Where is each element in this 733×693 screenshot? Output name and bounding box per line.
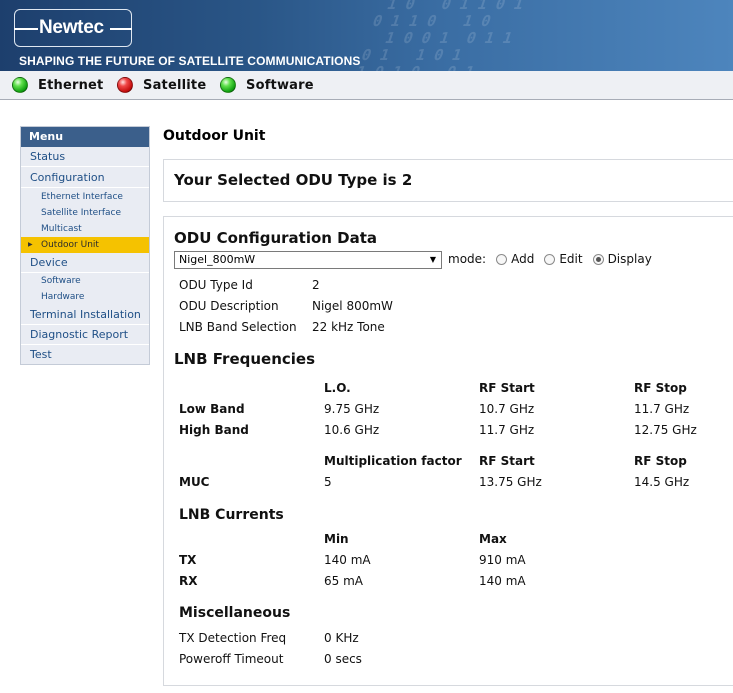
field-label-lnb-band-selection: LNB Band Selection: [179, 320, 297, 334]
muc-rf-stop: 14.5 GHz: [634, 475, 690, 489]
selected-type-text: Your Selected ODU Type is 2: [174, 171, 413, 189]
newtec-logo[interactable]: Newtec: [14, 9, 132, 47]
menu-item-multicast[interactable]: Multicast: [21, 221, 149, 237]
menu-item-software[interactable]: Software: [21, 273, 149, 289]
currents-row-label-tx: TX: [179, 553, 197, 567]
miscellaneous-title: Miscellaneous: [179, 605, 291, 621]
dropdown-arrow-icon: ▼: [429, 255, 436, 264]
logo-line-left: [14, 28, 38, 30]
page-title: Outdoor Unit: [163, 128, 266, 144]
banner-background-pattern: 1 0 0 1 1 0 1 0 1 1 0 1 0 1 0 0 1 0 1 1 …: [354, 0, 527, 71]
muc-row-label: MUC: [179, 475, 210, 489]
selected-type-panel: Your Selected ODU Type is 2: [163, 159, 733, 202]
sidebar-menu: Menu Status Configuration Ethernet Inter…: [20, 126, 150, 365]
status-label-ethernet: Ethernet: [38, 77, 104, 93]
red-led-icon: [117, 77, 133, 93]
menu-item-outdoor-unit-label: Outdoor Unit: [41, 240, 99, 250]
menu-item-ethernet-interface[interactable]: Ethernet Interface: [21, 189, 149, 205]
currents-row-label-rx: RX: [179, 574, 198, 588]
status-bar: Ethernet Satellite Software: [0, 71, 733, 100]
menu-item-status[interactable]: Status: [21, 147, 149, 167]
lnb-frequencies-title: LNB Frequencies: [174, 350, 316, 368]
menu-title: Menu: [21, 127, 149, 147]
currents-header-max: Max: [479, 532, 507, 546]
freq-high-lo: 10.6 GHz: [324, 423, 380, 437]
misc-value-poweroff-timeout: 0 secs: [324, 652, 362, 666]
field-value-odu-description: Nigel 800mW: [312, 299, 393, 313]
field-value-lnb-band-selection: 22 kHz Tone: [312, 320, 385, 334]
lnb-currents-title: LNB Currents: [179, 507, 284, 523]
menu-item-device[interactable]: Device: [21, 253, 149, 273]
freq-header-lo: L.O.: [324, 381, 351, 395]
mode-label: mode:: [448, 252, 487, 266]
mode-radio-edit[interactable]: [544, 253, 556, 265]
freq-low-rf-start: 10.7 GHz: [479, 402, 535, 416]
status-software[interactable]: Software: [220, 76, 314, 94]
status-label-software: Software: [246, 77, 314, 93]
odu-type-select[interactable]: Nigel_800mW ▼: [174, 251, 442, 269]
muc-header-rf-start: RF Start: [479, 454, 535, 468]
currents-header-min: Min: [324, 532, 349, 546]
menu-item-test[interactable]: Test: [21, 345, 149, 365]
status-satellite[interactable]: Satellite: [117, 76, 206, 94]
status-label-satellite: Satellite: [143, 77, 207, 93]
misc-value-tx-detection-freq: 0 KHz: [324, 631, 359, 645]
menu-item-configuration[interactable]: Configuration: [21, 168, 149, 188]
freq-low-rf-stop: 11.7 GHz: [634, 402, 690, 416]
freq-row-label-low-band: Low Band: [179, 402, 245, 416]
currents-rx-max: 140 mA: [479, 574, 526, 588]
menu-item-terminal-installation[interactable]: Terminal Installation: [21, 305, 149, 325]
green-led-icon: [12, 77, 28, 93]
tagline: SHAPING THE FUTURE OF SATELLITE COMMUNIC…: [19, 54, 361, 68]
status-ethernet[interactable]: Ethernet: [12, 76, 103, 94]
mode-label-display: Display: [607, 252, 652, 266]
odu-config-title: ODU Configuration Data: [174, 229, 378, 247]
menu-item-satellite-interface[interactable]: Satellite Interface: [21, 205, 149, 221]
mode-label-add: Add: [511, 252, 535, 266]
arrow-right-icon: ▶: [28, 241, 33, 248]
freq-row-label-high-band: High Band: [179, 423, 249, 437]
mode-selector: mode: Add Edit Display: [448, 252, 652, 266]
freq-high-rf-stop: 12.75 GHz: [634, 423, 697, 437]
menu-item-hardware[interactable]: Hardware: [21, 289, 149, 305]
muc-header-rf-stop: RF Stop: [634, 454, 687, 468]
field-value-odu-type-id: 2: [312, 278, 320, 292]
field-label-odu-description: ODU Description: [179, 299, 279, 313]
currents-tx-max: 910 mA: [479, 553, 526, 567]
menu-item-outdoor-unit[interactable]: ▶ Outdoor Unit: [21, 237, 149, 253]
mode-label-edit: Edit: [559, 252, 583, 266]
freq-low-lo: 9.75 GHz: [324, 402, 380, 416]
mode-radio-add[interactable]: [496, 253, 508, 265]
misc-label-tx-detection-freq: TX Detection Freq: [179, 631, 287, 645]
freq-header-rf-start: RF Start: [479, 381, 535, 395]
logo-text: Newtec: [39, 17, 104, 38]
freq-header-rf-stop: RF Stop: [634, 381, 687, 395]
muc-header-multiplication-factor: Multiplication factor: [324, 454, 462, 468]
header-banner: 1 0 0 1 1 0 1 0 1 1 0 1 0 1 0 0 1 0 1 1 …: [0, 0, 733, 71]
misc-label-poweroff-timeout: Poweroff Timeout: [179, 652, 284, 666]
mode-radio-display[interactable]: [592, 253, 604, 265]
currents-rx-min: 65 mA: [324, 574, 363, 588]
odu-type-select-value: Nigel_800mW: [179, 253, 256, 266]
logo-line-right: [110, 28, 132, 30]
green-led-icon: [220, 77, 236, 93]
muc-rf-start: 13.75 GHz: [479, 475, 542, 489]
menu-item-diagnostic-report[interactable]: Diagnostic Report: [21, 325, 149, 345]
freq-high-rf-start: 11.7 GHz: [479, 423, 535, 437]
field-label-odu-type-id: ODU Type Id: [179, 278, 253, 292]
odu-config-panel: ODU Configuration Data Nigel_800mW ▼ mod…: [163, 216, 733, 686]
muc-multiplication-factor: 5: [324, 475, 332, 489]
currents-tx-min: 140 mA: [324, 553, 371, 567]
